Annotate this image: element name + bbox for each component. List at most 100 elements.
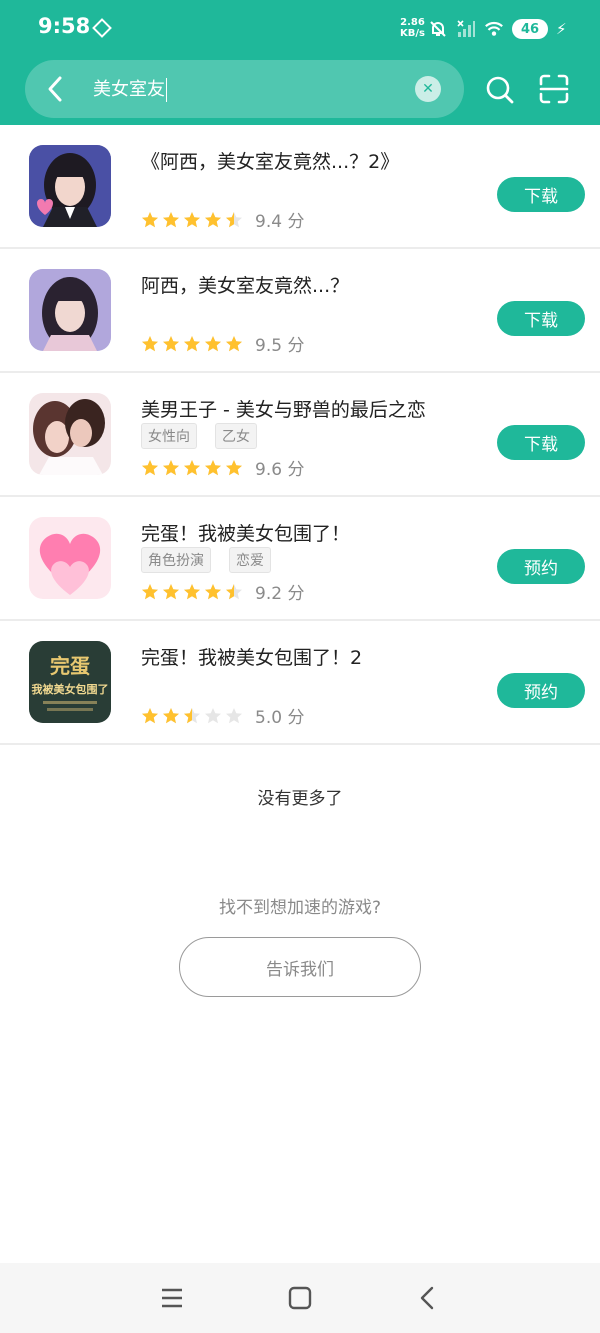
star-icon — [142, 211, 158, 227]
star-icon — [205, 459, 221, 475]
search-icon — [486, 76, 514, 104]
star-icon — [226, 707, 242, 723]
network-speed-unit: KB/s — [400, 28, 425, 39]
app-title: 《阿西，美女室友竟然...？2》 — [141, 151, 400, 173]
header: 9:58 2.86 KB/s 46 ⚡ 美女室友 ✕ — [0, 0, 600, 125]
not-found-text: 找不到想加速的游戏? — [218, 898, 382, 918]
search-results-list: 《阿西，美女室友竟然...？2》 9.4 分 下载 阿西，美女室友竟然...？ — [0, 125, 600, 745]
search-box — [25, 60, 464, 118]
tag[interactable]: 女性向 — [141, 423, 197, 449]
score: 9.4 分 — [255, 212, 305, 232]
app-icon-girl-portrait — [29, 145, 111, 227]
status-icons: 46 ⚡ — [428, 18, 567, 40]
score: 9.5 分 — [255, 336, 305, 356]
app-icon-girl-portrait — [29, 269, 111, 351]
icon-art-text-1: 完蛋 — [50, 654, 90, 678]
signal-icon — [456, 19, 476, 39]
star-icon — [184, 707, 200, 723]
star-icon — [163, 211, 179, 227]
back-nav-button[interactable] — [413, 1283, 443, 1313]
app-title: 完蛋！我被美女包围了！ — [141, 523, 351, 545]
no-more-text: 没有更多了 — [257, 789, 343, 809]
tag[interactable]: 角色扮演 — [141, 547, 211, 573]
network-speed-value: 2.86 — [400, 17, 425, 28]
star-rating — [141, 335, 243, 353]
list-item[interactable]: 完蛋！我被美女包围了！ 角色扮演 恋爱 9.2 分 预约 — [0, 497, 600, 621]
app-icon-title-art: 完蛋 我被美女包围了 — [29, 641, 111, 723]
tag[interactable]: 恋爱 — [229, 547, 271, 573]
mute-bell-icon — [428, 19, 448, 39]
star-icon — [142, 583, 158, 599]
rating: 9.5 分 — [141, 331, 304, 356]
star-icon — [205, 583, 221, 599]
screen: 9:58 2.86 KB/s 46 ⚡ 美女室友 ✕ 《阿西，美女室友竟然...… — [0, 0, 600, 1333]
star-icon — [163, 707, 179, 723]
list-item[interactable]: 阿西，美女室友竟然...？ 9.5 分 下载 — [0, 249, 600, 373]
star-rating — [141, 707, 243, 725]
rating: 9.2 分 — [141, 579, 304, 604]
tag-list: 角色扮演 恋爱 — [141, 547, 271, 573]
star-icon — [205, 211, 221, 227]
app-title: 阿西，美女室友竟然...？ — [141, 275, 350, 297]
star-rating — [141, 583, 243, 601]
reserve-button[interactable]: 预约 — [497, 549, 585, 584]
download-button[interactable]: 下载 — [497, 177, 585, 212]
star-icon — [184, 335, 200, 351]
system-nav-bar — [0, 1263, 600, 1333]
star-icon — [184, 583, 200, 599]
home-square-icon — [288, 1286, 312, 1310]
app-title: 完蛋！我被美女包围了！2 — [141, 647, 363, 669]
battery-indicator: 46 — [512, 19, 548, 39]
star-icon — [226, 335, 242, 351]
list-item[interactable]: 完蛋 我被美女包围了 完蛋！我被美女包围了！2 5.0 分 预约 — [0, 621, 600, 745]
search-button[interactable] — [485, 75, 515, 105]
app-icon-couple-kiss — [29, 393, 111, 475]
star-icon — [142, 335, 158, 351]
star-rating — [141, 459, 243, 477]
rating: 9.6 分 — [141, 455, 304, 480]
star-icon — [184, 211, 200, 227]
rating: 5.0 分 — [141, 703, 304, 728]
scan-button[interactable] — [538, 73, 570, 105]
charging-icon: ⚡ — [556, 20, 567, 38]
star-icon — [226, 583, 242, 599]
download-button[interactable]: 下载 — [497, 301, 585, 336]
download-button[interactable]: 下载 — [497, 425, 585, 460]
scan-icon — [539, 74, 569, 104]
star-icon — [163, 459, 179, 475]
status-bar: 9:58 2.86 KB/s 46 ⚡ — [0, 0, 600, 58]
menu-icon — [162, 1288, 182, 1308]
search-input[interactable]: 美女室友 — [93, 78, 167, 102]
close-icon: ✕ — [422, 81, 434, 97]
back-arrow-icon — [48, 76, 62, 102]
tell-us-button[interactable]: 告诉我们 — [179, 937, 421, 997]
network-speed: 2.86 KB/s — [400, 17, 425, 39]
score: 9.2 分 — [255, 584, 305, 604]
star-icon — [184, 459, 200, 475]
back-button[interactable] — [40, 74, 70, 104]
star-icon — [142, 707, 158, 723]
app-notification-icon — [92, 18, 112, 38]
clear-search-button[interactable]: ✕ — [415, 76, 441, 102]
rating: 9.4 分 — [141, 207, 304, 232]
star-icon — [226, 459, 242, 475]
list-item[interactable]: 《阿西，美女室友竟然...？2》 9.4 分 下载 — [0, 125, 600, 249]
star-icon — [205, 335, 221, 351]
back-chevron-icon — [420, 1286, 434, 1310]
star-icon — [226, 211, 242, 227]
app-icon-hearts — [29, 517, 111, 599]
tag[interactable]: 乙女 — [215, 423, 257, 449]
icon-art-text-2: 我被美女包围了 — [32, 682, 109, 696]
status-time: 9:58 — [38, 14, 91, 38]
list-item[interactable]: 美男王子 - 美女与野兽的最后之恋 女性向 乙女 9.6 分 下载 — [0, 373, 600, 497]
app-title: 美男王子 - 美女与野兽的最后之恋 — [141, 399, 426, 421]
tag-list: 女性向 乙女 — [141, 423, 257, 449]
reserve-button[interactable]: 预约 — [497, 673, 585, 708]
wifi-icon — [484, 19, 504, 39]
score: 9.6 分 — [255, 460, 305, 480]
star-icon — [205, 707, 221, 723]
recent-apps-button[interactable] — [157, 1283, 187, 1313]
home-button[interactable] — [285, 1283, 315, 1313]
star-icon — [142, 459, 158, 475]
star-rating — [141, 211, 243, 229]
